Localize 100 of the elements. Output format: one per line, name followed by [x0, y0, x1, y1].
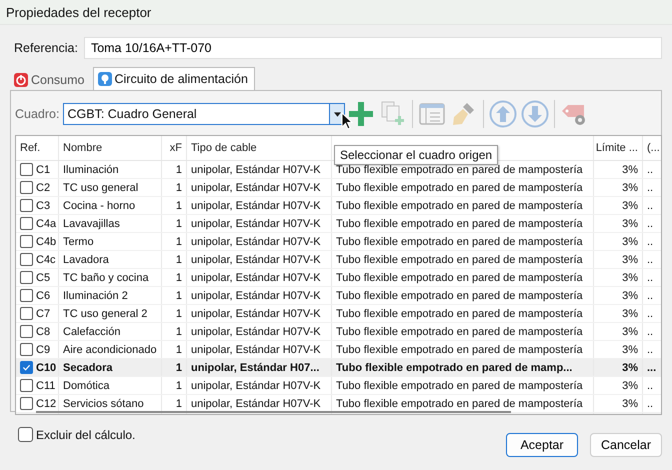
table-cell: C1	[36, 164, 50, 176]
table-cell: 3%	[622, 290, 638, 302]
table-cell: C4b	[36, 236, 56, 248]
cancel-button[interactable]: Cancelar	[590, 433, 662, 457]
table-cell: ..	[647, 254, 654, 266]
table-cell: 1	[176, 200, 182, 212]
table-cell: Tubo flexible empotrado en pared de mampostería	[336, 344, 583, 356]
table-cell: C5	[36, 272, 50, 284]
column-header[interactable]: Nombre	[59, 136, 162, 160]
table-cell: Tubo flexible empotrado en pared de mampostería	[336, 218, 583, 230]
checkbox[interactable]	[20, 379, 33, 392]
scrollbar-thumb[interactable]	[36, 411, 511, 413]
table-cell: Tubo flexible empotrado en pared de mampostería	[336, 182, 583, 194]
table-cell: TC uso general	[63, 182, 138, 194]
checkbox[interactable]	[20, 289, 33, 302]
checkbox[interactable]	[20, 181, 33, 194]
checkbox[interactable]: Excluir del cálculo.	[10, 427, 136, 442]
tab[interactable]: Circuito de alimentación	[92, 67, 255, 90]
table-cell: Tubo flexible empotrado en pared de mampostería	[336, 200, 583, 212]
table-row[interactable]: C7 TC uso general 2 1 unipolar, Estándar H07V-K Tubo flexible empotrado en pared de mampostería 3% ..	[16, 305, 661, 323]
table-cell: unipolar, Estándar H07V-K	[191, 380, 321, 392]
table-cell: unipolar, Estándar H07...	[191, 362, 320, 374]
table-cell: 3%	[622, 254, 638, 266]
table-cell: 3%	[622, 308, 638, 320]
table-cell: 3%	[622, 164, 638, 176]
column-header[interactable]: xF	[162, 136, 187, 160]
table-cell: Tubo flexible empotrado en pared de mampostería	[336, 308, 583, 320]
table-cell: ..	[647, 182, 654, 194]
table-cell: 3%	[622, 398, 638, 410]
accept-button[interactable]: Aceptar	[506, 433, 578, 457]
column-header[interactable]: Tipo de cable	[187, 136, 332, 160]
table-cell: 1	[176, 398, 182, 410]
checkbox[interactable]	[20, 235, 33, 248]
table-cell: C7	[36, 308, 50, 320]
table-cell: ..	[647, 326, 654, 338]
table-cell: ..	[647, 344, 654, 356]
table-cell: unipolar, Estándar H07V-K	[191, 344, 321, 356]
column-header[interactable]: Ref.	[16, 136, 59, 160]
table-cell: Iluminación	[63, 164, 119, 176]
check-icon	[22, 363, 31, 372]
table-cell: Termo	[63, 236, 94, 248]
checkbox[interactable]	[20, 253, 33, 266]
table-cell: Tubo flexible empotrado en pared de mampostería	[336, 380, 583, 392]
checkbox[interactable]	[20, 397, 33, 410]
checkbox[interactable]	[20, 217, 33, 230]
field-label: Cuadro:	[15, 107, 60, 121]
table-cell: ...	[647, 362, 656, 374]
table-cell: 3%	[622, 218, 638, 230]
table-cell: 1	[176, 326, 182, 338]
table-cell: 3%	[622, 236, 638, 248]
table-row[interactable]: C5 TC baño y cocina 1 unipolar, Estándar H07V-K Tubo flexible empotrado en pared de mampostería 3% ..	[16, 269, 661, 287]
table-row[interactable]: C2 TC uso general 1 unipolar, Estándar H07V-K Tubo flexible empotrado en pared de mampostería 3% ..	[16, 179, 661, 197]
table-cell: Tubo flexible empotrado en pared de mampostería	[336, 272, 583, 284]
table-cell: Tubo flexible empotrado en pared de mampostería	[336, 236, 583, 248]
table-cell: unipolar, Estándar H07V-K	[191, 272, 321, 284]
checkbox[interactable]	[20, 307, 33, 320]
checkbox[interactable]	[20, 343, 33, 356]
tab[interactable]: Consumo	[10, 70, 90, 90]
column-header[interactable]: (...	[643, 136, 661, 160]
table-row[interactable]: C8 Calefacción 1 unipolar, Estándar H07V-K Tubo flexible empotrado en pared de mampostería 3% ..	[16, 323, 661, 341]
table-cell: ..	[647, 164, 654, 176]
checkbox[interactable]	[20, 271, 33, 284]
checkbox[interactable]	[20, 163, 33, 176]
table-cell: unipolar, Estándar H07V-K	[191, 290, 321, 302]
plus-icon	[347, 100, 376, 128]
table-cell: C10	[36, 362, 56, 374]
power-icon	[14, 73, 28, 87]
table-cell: 3%	[622, 362, 638, 374]
table-cell: ..	[647, 236, 654, 248]
table-row[interactable]: C4a Lavavajillas 1 unipolar, Estándar H07V-K Tubo flexible empotrado en pared de mampostería 3% ..	[16, 215, 661, 233]
checkbox[interactable]	[20, 199, 33, 212]
input-field[interactable]: Toma 10/16A+TT-070	[84, 37, 662, 59]
table-cell: ..	[647, 308, 654, 320]
window-title: Propiedades del receptor	[6, 4, 152, 20]
table-cell: Tubo flexible empotrado en pared de mampostería	[336, 254, 583, 266]
table-row[interactable]: C3 Cocina - horno 1 unipolar, Estándar H07V-K Tubo flexible empotrado en pared de mampostería 3% ..	[16, 197, 661, 215]
table-row[interactable]: C6 Iluminación 2 1 unipolar, Estándar H07V-K Tubo flexible empotrado en pared de mampostería 3% ..	[16, 287, 661, 305]
field-label: Referencia:	[13, 41, 78, 55]
table-cell: C12	[36, 398, 56, 410]
table-cell: C2	[36, 182, 50, 194]
table-cell: Aire acondicionado	[63, 344, 157, 356]
table-cell: Lavadora	[63, 254, 109, 266]
table-row[interactable]: C4c Lavadora 1 unipolar, Estándar H07V-K Tubo flexible empotrado en pared de mampostería 3% ..	[16, 251, 661, 269]
table-row[interactable]: C11 Domótica 1 unipolar, Estándar H07V-K Tubo flexible empotrado en pared de mampostería 3% ..	[16, 377, 661, 395]
table-row[interactable]: C10 Secadora 1 unipolar, Estándar H07... Tubo flexible empotrado en pared de mamp... 3% ...	[16, 359, 661, 377]
table-cell: unipolar, Estándar H07V-K	[191, 308, 321, 320]
table-row[interactable]: C4b Termo 1 unipolar, Estándar H07V-K Tubo flexible empotrado en pared de mampostería 3% ..	[16, 233, 661, 251]
table-cell: unipolar, Estándar H07V-K	[191, 398, 321, 410]
checkbox[interactable]	[20, 325, 33, 338]
caret-icon	[334, 112, 341, 116]
table-cell: 1	[176, 362, 182, 374]
checkbox[interactable]	[20, 361, 33, 374]
column-header[interactable]: Límite ...	[594, 136, 643, 160]
table-cell: 1	[176, 272, 182, 284]
table-cell: Iluminación 2	[63, 290, 128, 302]
dropdown-field[interactable]: CGBT: Cuadro General	[63, 103, 346, 125]
table-cell: Tubo flexible empotrado en pared de mampostería	[336, 326, 583, 338]
table-cell: TC baño y cocina	[63, 272, 149, 284]
table-cell: unipolar, Estándar H07V-K	[191, 236, 321, 248]
table-cell: Tubo flexible empotrado en pared de mampostería	[336, 398, 583, 410]
